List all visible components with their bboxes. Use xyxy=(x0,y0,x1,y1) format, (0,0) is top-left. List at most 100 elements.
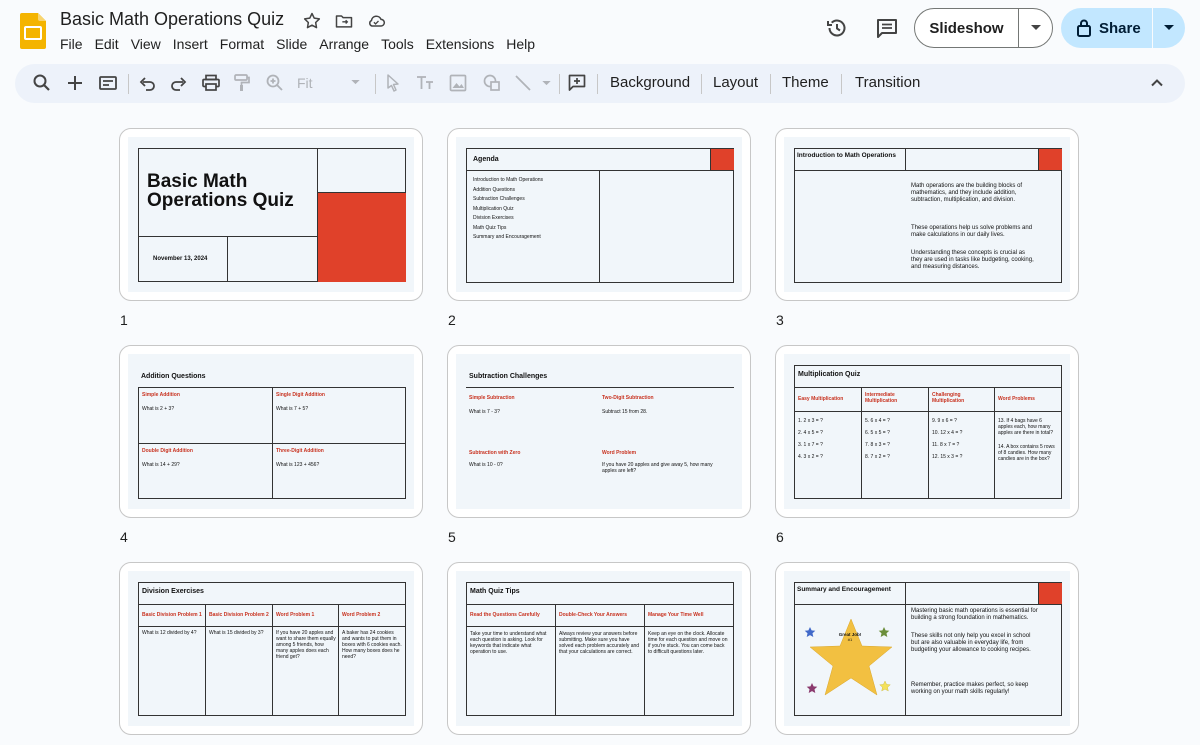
agenda-item: Subtraction Challenges xyxy=(473,196,525,202)
print-icon[interactable] xyxy=(201,73,221,93)
column-heading: Read the Questions Carefully xyxy=(470,612,540,618)
zoom-select[interactable]: Fit xyxy=(297,72,377,94)
column-heading: Double-Check Your Answers xyxy=(559,612,627,618)
column-item: 7. 8 x 3 = ? xyxy=(865,442,890,448)
blue-star-icon xyxy=(804,627,816,637)
divider-line xyxy=(466,387,734,388)
purple-star-icon xyxy=(806,683,818,693)
slide-thumbnail-2[interactable]: Agenda Introduction to Math Operations A… xyxy=(447,128,751,301)
divider-line xyxy=(794,170,1062,171)
divider-line xyxy=(599,170,600,283)
document-title[interactable]: Basic Math Operations Quiz xyxy=(60,9,284,30)
shape-icon[interactable] xyxy=(482,73,502,93)
toolbar-divider xyxy=(841,74,842,94)
slide-paragraph: Math operations are the building blocks … xyxy=(911,183,1023,204)
slideshow-button[interactable]: Slideshow xyxy=(914,8,1053,48)
column-text: What is 12 divided by 4? xyxy=(142,630,197,636)
menu-view[interactable]: View xyxy=(125,34,167,54)
slide-thumbnail-7[interactable]: Division Exercises Basic Division Proble… xyxy=(119,562,423,735)
comments-icon[interactable] xyxy=(875,16,899,40)
yellow-star-icon xyxy=(879,680,891,692)
slide-thumbnail-1[interactable]: Basic Math Operations Quiz November 13, … xyxy=(119,128,423,301)
menu-format[interactable]: Format xyxy=(214,34,270,54)
new-slide-icon[interactable] xyxy=(65,73,85,93)
share-button[interactable]: Share xyxy=(1061,8,1185,48)
line-icon[interactable] xyxy=(513,73,533,93)
column-text: What is 15 divided by 3? xyxy=(209,630,264,636)
menu-slide[interactable]: Slide xyxy=(270,34,313,54)
divider-line xyxy=(466,604,734,605)
select-pointer-icon[interactable] xyxy=(383,73,403,93)
text-box-icon[interactable] xyxy=(415,73,435,93)
transition-button[interactable]: Transition xyxy=(855,74,920,91)
column-heading: Basic Division Problem 1 xyxy=(142,612,202,618)
cell-heading: Word Problem xyxy=(602,450,637,456)
undo-icon[interactable] xyxy=(137,73,157,93)
toolbar-divider xyxy=(770,74,771,94)
divider-line xyxy=(466,626,734,627)
cell-heading: Subtraction with Zero xyxy=(469,450,521,456)
slide-title: Summary and Encouragement xyxy=(797,586,891,593)
share-options-button[interactable] xyxy=(1153,25,1185,31)
slide-number: 5 xyxy=(448,529,456,545)
divider-line xyxy=(338,604,339,716)
column-item: 9. 9 x 6 = ? xyxy=(932,418,957,424)
slide-thumbnail-4[interactable]: Addition Questions Simple Addition What … xyxy=(119,345,423,518)
cell-heading: Double Digit Addition xyxy=(142,448,193,454)
menu-arrange[interactable]: Arrange xyxy=(313,34,375,54)
menu-help[interactable]: Help xyxy=(500,34,541,54)
divider-line xyxy=(138,443,406,444)
toolbar-divider xyxy=(128,74,129,94)
column-heading: Basic Division Problem 2 xyxy=(209,612,269,618)
menu-edit[interactable]: Edit xyxy=(89,34,125,54)
slide-thumbnail-8[interactable]: Math Quiz Tips Read the Questions Carefu… xyxy=(447,562,751,735)
slideshow-options-button[interactable] xyxy=(1019,25,1052,31)
menu-file[interactable]: File xyxy=(54,34,89,54)
slide-thumbnail-3[interactable]: Introduction to Math Operations Math ope… xyxy=(775,128,1079,301)
divider-line xyxy=(861,387,862,499)
slide-thumbnail-5[interactable]: Subtraction Challenges Simple Subtractio… xyxy=(447,345,751,518)
move-folder-icon[interactable] xyxy=(334,11,354,31)
cell-text: If you have 20 apples and give away 5, h… xyxy=(602,462,713,474)
column-item: 3. 1 x 7 = ? xyxy=(798,442,823,448)
add-comment-icon[interactable] xyxy=(567,73,587,93)
search-menus-icon[interactable] xyxy=(32,73,52,93)
share-main-button[interactable]: Share xyxy=(1061,19,1152,37)
theme-button[interactable]: Theme xyxy=(782,74,829,91)
chevron-down-icon[interactable] xyxy=(542,81,551,86)
column-heading: Challenging Multiplication xyxy=(932,392,965,404)
slide-date: November 13, 2024 xyxy=(153,256,208,262)
slide-paragraph: Mastering basic math operations is essen… xyxy=(911,608,1038,622)
menu-extensions[interactable]: Extensions xyxy=(420,34,500,54)
menu-tools[interactable]: Tools xyxy=(375,34,420,54)
toolbar: Fit Background Layout Theme Transition xyxy=(15,64,1185,103)
cell-text: What is 123 + 456? xyxy=(276,462,320,468)
agenda-item: Division Exercises xyxy=(473,215,514,221)
slide-title: Addition Questions xyxy=(141,373,206,380)
divider-line xyxy=(928,387,929,499)
slide-canvas: Multiplication Quiz Easy Multiplication … xyxy=(784,354,1070,509)
slide-thumbnail-9[interactable]: Summary and Encouragement Great Job! #1 … xyxy=(775,562,1079,735)
layout-button[interactable]: Layout xyxy=(713,74,758,91)
version-history-icon[interactable] xyxy=(825,16,849,40)
zoom-icon[interactable] xyxy=(265,73,285,93)
slide-thumbnail-6[interactable]: Multiplication Quiz Easy Multiplication … xyxy=(775,345,1079,518)
slide-canvas: Introduction to Math Operations Math ope… xyxy=(784,137,1070,292)
slide-title: Basic Math Operations Quiz xyxy=(147,171,294,211)
cloud-status-icon[interactable] xyxy=(366,11,386,31)
menu-insert[interactable]: Insert xyxy=(167,34,214,54)
star-icon[interactable] xyxy=(302,11,322,31)
chevron-up-icon[interactable] xyxy=(1147,73,1167,93)
column-item: 6. 5 x 5 = ? xyxy=(865,430,890,436)
divider-line xyxy=(466,170,734,171)
paint-format-icon[interactable] xyxy=(232,73,252,93)
green-star-icon xyxy=(878,627,890,637)
star-sublabel: #1 xyxy=(847,637,853,642)
background-button[interactable]: Background xyxy=(610,74,690,91)
accent-block xyxy=(1039,149,1062,170)
toolbar-divider xyxy=(559,74,560,94)
slides-logo-icon[interactable] xyxy=(20,13,46,49)
insert-image-icon[interactable] xyxy=(448,73,468,93)
layout-chooser-icon[interactable] xyxy=(98,73,118,93)
redo-icon[interactable] xyxy=(169,73,189,93)
